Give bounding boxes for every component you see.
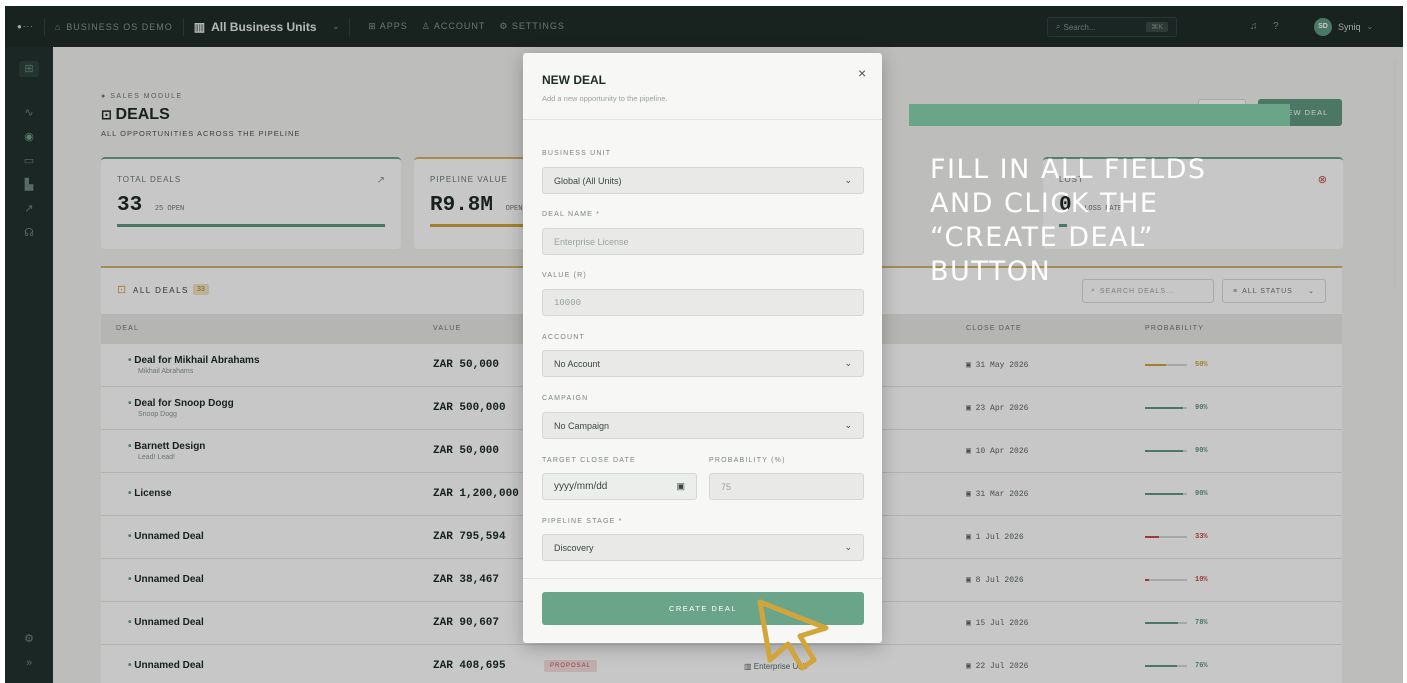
campaign-value: No Campaign xyxy=(554,420,610,431)
app-frame: ●··· ⌂ BUSINESS OS DEMO ▥ All Business U… xyxy=(5,6,1403,683)
business-unit-value: Global (All Units) xyxy=(554,175,622,186)
value-placeholder: 10000 xyxy=(554,297,582,308)
account-select[interactable]: No Account ⌄ xyxy=(542,350,864,377)
business-unit-label: BUSINESS UNIT xyxy=(542,150,612,157)
close-date-value: yyyy/mm/dd xyxy=(554,481,608,492)
deal-name-input[interactable]: Enterprise License xyxy=(542,228,864,255)
value-input[interactable]: 10000 xyxy=(542,289,864,316)
cursor-arrow-icon xyxy=(757,599,829,671)
campaign-label: CAMPAIGN xyxy=(542,395,589,402)
modal-footer-divider xyxy=(523,578,882,579)
stage-label: PIPELINE STAGE * xyxy=(542,518,623,525)
deal-name-label: DEAL NAME * xyxy=(542,211,601,218)
account-value: No Account xyxy=(554,358,601,369)
modal-title: NEW DEAL xyxy=(542,73,606,87)
close-date-input[interactable]: yyyy/mm/dd ▣ xyxy=(542,473,697,500)
business-unit-select[interactable]: Global (All Units) ⌄ xyxy=(542,167,864,194)
probability-input[interactable]: 75 xyxy=(709,473,864,500)
instruction-text: FILL IN ALL FIELDS AND CLICK THE “CREATE… xyxy=(930,154,1207,287)
close-date-label: TARGET CLOSE DATE xyxy=(542,457,636,464)
create-deal-button-label: CREATE DEAL xyxy=(668,604,738,613)
chevron-down-icon: ⌄ xyxy=(844,420,852,430)
new-deal-modal: NEW DEAL Add a new opportunity to the pi… xyxy=(523,53,882,643)
close-icon[interactable]: × xyxy=(858,65,866,81)
stage-select[interactable]: Discovery ⌄ xyxy=(542,534,864,561)
deal-name-placeholder: Enterprise License xyxy=(554,236,629,247)
calendar-icon[interactable]: ▣ xyxy=(676,481,685,492)
chevron-down-icon: ⌄ xyxy=(844,175,852,185)
scrollbar[interactable] xyxy=(1393,58,1397,288)
value-label: VALUE (R) xyxy=(542,272,587,279)
probability-placeholder: 75 xyxy=(721,481,732,492)
account-label: ACCOUNT xyxy=(542,334,586,341)
instruction-highlight-bar xyxy=(909,104,1290,126)
modal-divider xyxy=(523,119,882,120)
probability-label: PROBABILITY (%) xyxy=(709,457,786,464)
stage-value: Discovery xyxy=(554,542,594,553)
chevron-down-icon: ⌄ xyxy=(844,358,852,368)
campaign-select[interactable]: No Campaign ⌄ xyxy=(542,412,864,439)
modal-subtitle: Add a new opportunity to the pipeline. xyxy=(542,94,668,103)
chevron-down-icon: ⌄ xyxy=(844,542,852,552)
